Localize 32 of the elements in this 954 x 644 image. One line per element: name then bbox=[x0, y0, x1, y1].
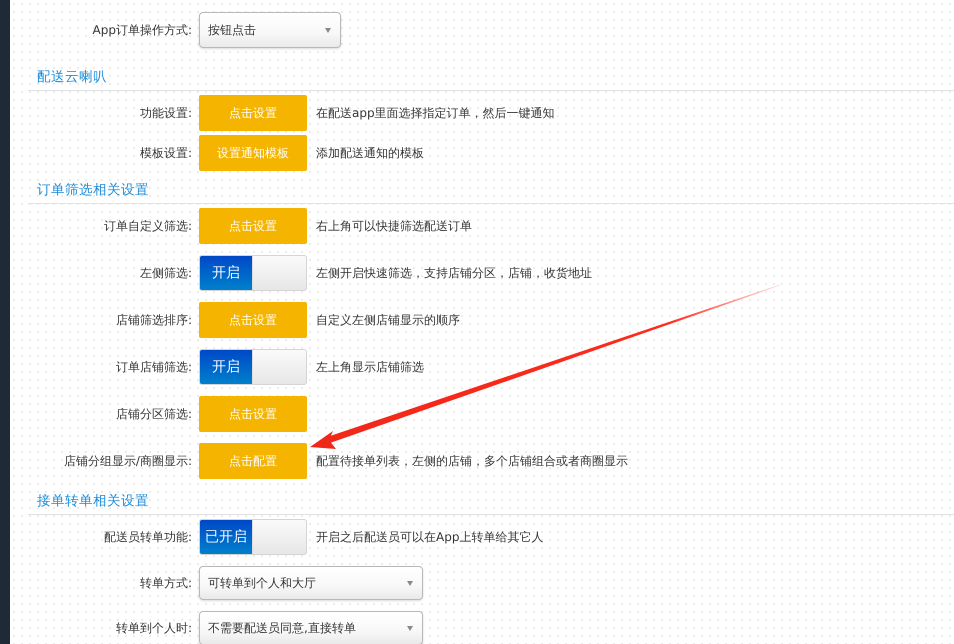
toggle-switch[interactable]: 已开启 bbox=[199, 519, 307, 555]
field-label: 模板设置: bbox=[140, 144, 192, 162]
field-label: App订单操作方式: bbox=[92, 22, 192, 38]
dropdown[interactable]: 按钮点击 bbox=[199, 12, 341, 48]
field-label: 转单到个人时: bbox=[116, 620, 192, 636]
field-description: 添加配送通知的模板 bbox=[316, 144, 425, 162]
dropdown[interactable]: 不需要配送员同意,直接转单 bbox=[199, 611, 423, 644]
field-description: 自定义左侧店铺显示的顺序 bbox=[316, 312, 461, 328]
field-label: 功能设置: bbox=[140, 104, 192, 122]
dropdown[interactable]: 可转单到个人和大厅 bbox=[199, 566, 423, 600]
caret-icon bbox=[325, 28, 331, 32]
section-heading: 配送云喇叭 bbox=[28, 67, 954, 91]
field-description: 配置待接单列表，左侧的店铺，多个店铺组合或者商圈显示 bbox=[316, 452, 629, 470]
section-heading: 接单转单相关设置 bbox=[28, 491, 954, 515]
field-label: 转单方式: bbox=[140, 574, 192, 592]
caret-icon bbox=[407, 626, 413, 630]
field-label: 店铺筛选排序: bbox=[116, 312, 192, 328]
toggle-switch[interactable]: 开启 bbox=[199, 255, 307, 291]
field-description: 左侧开启快速筛选，支持店铺分区，店铺，收货地址 bbox=[316, 264, 593, 282]
field-label: 店铺分区筛选: bbox=[116, 406, 192, 422]
field-label: 订单店铺筛选: bbox=[116, 358, 192, 376]
field-description: 左上角显示店铺筛选 bbox=[316, 358, 425, 376]
field-label: 配送员转单功能: bbox=[104, 528, 192, 546]
field-description: 开启之后配送员可以在App上转单给其它人 bbox=[316, 528, 544, 546]
field-label: 店铺分组显示/商圈显示: bbox=[64, 452, 192, 470]
toggle-switch[interactable]: 开启 bbox=[199, 349, 307, 385]
section-heading: 订单筛选相关设置 bbox=[28, 180, 954, 204]
field-description: 右上角可以快捷筛选配送订单 bbox=[316, 218, 473, 234]
field-label: 左侧筛选: bbox=[140, 264, 192, 282]
field-label: 订单自定义筛选: bbox=[104, 218, 192, 234]
field-description: 在配送app里面选择指定订单，然后一键通知 bbox=[316, 104, 556, 122]
caret-icon bbox=[407, 580, 413, 586]
